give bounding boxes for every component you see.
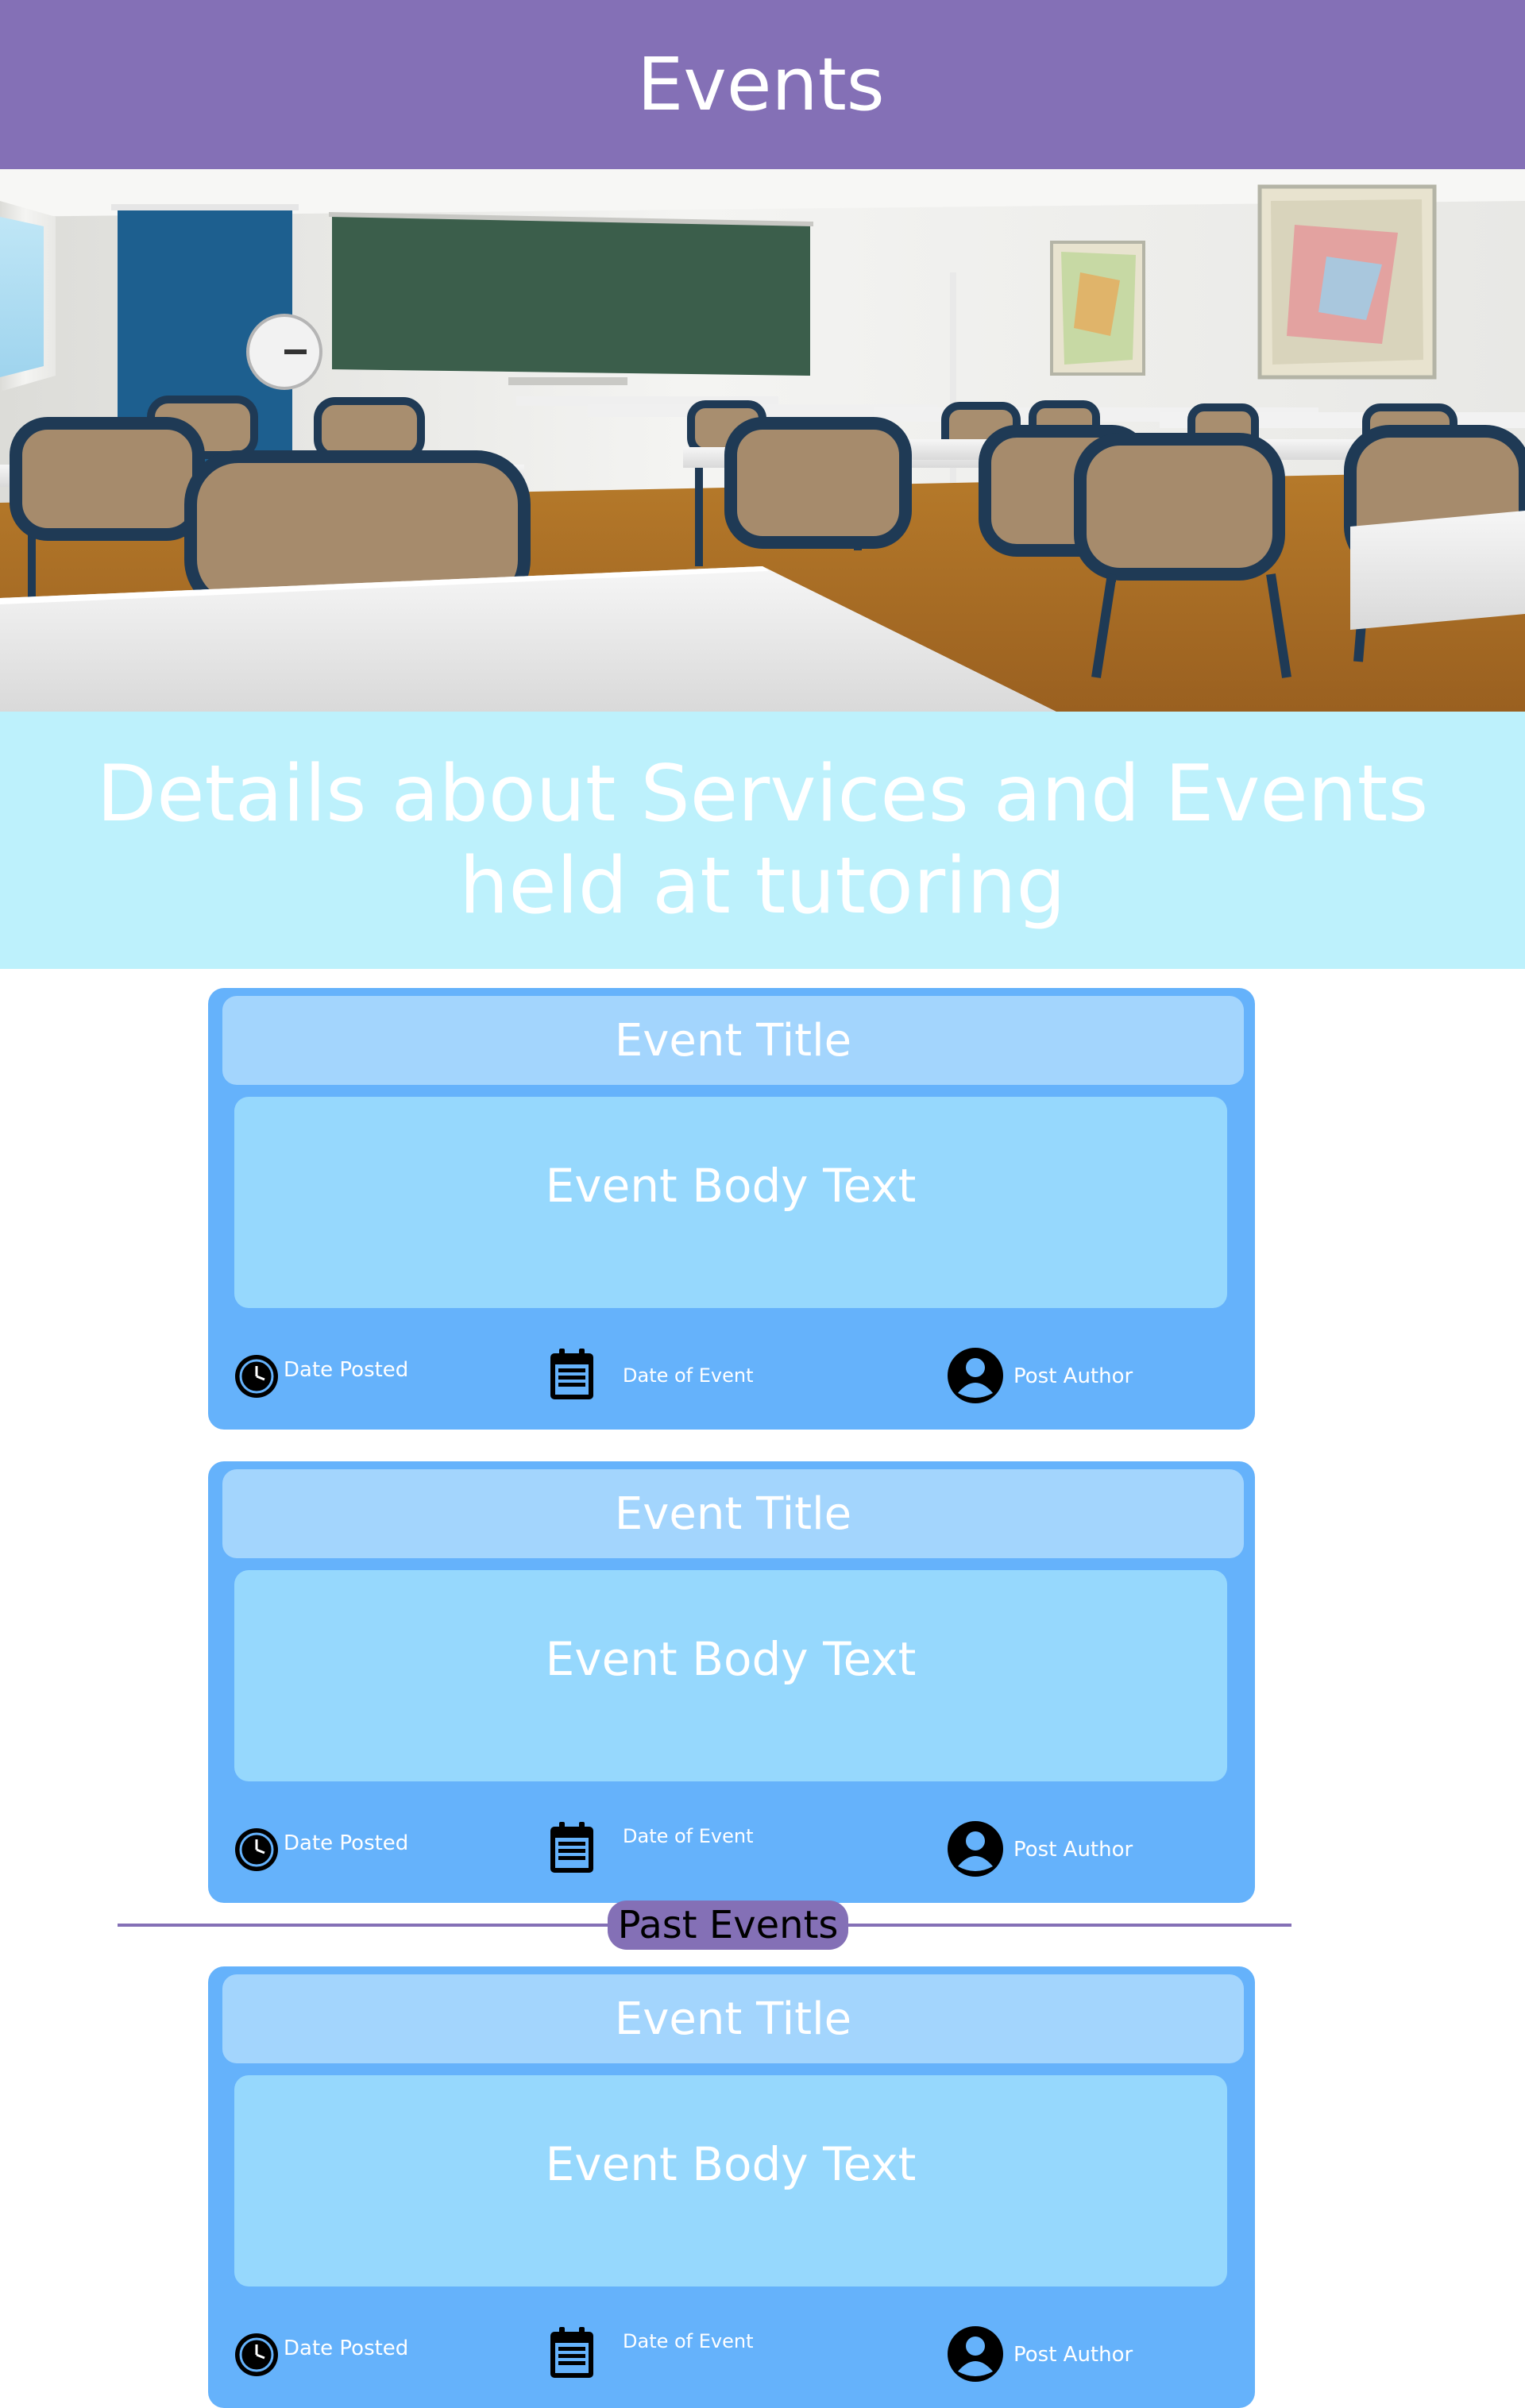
hero-image <box>0 169 1525 712</box>
clock-icon <box>235 1828 278 1871</box>
date-of-event-label: Date of Event <box>623 2330 754 2352</box>
date-posted-label: Date Posted <box>284 1358 409 1382</box>
event-body: Event Body Text <box>234 1570 1227 1781</box>
event-title: Event Title <box>222 1469 1244 1558</box>
date-posted-label: Date Posted <box>284 1831 409 1855</box>
clock-icon <box>235 2333 278 2376</box>
date-posted-label: Date Posted <box>284 2337 409 2360</box>
intro-text: Details about Services and Events held a… <box>96 749 1429 932</box>
user-avatar-icon <box>948 1348 1003 1403</box>
calendar-icon <box>550 1822 593 1873</box>
event-card[interactable]: Event Title Event Body Text Date Posted … <box>208 1966 1255 2408</box>
page-title: Events <box>637 42 885 127</box>
page-header: Events <box>0 0 1525 169</box>
clock-icon <box>235 1355 278 1398</box>
event-title: Event Title <box>222 1974 1244 2063</box>
calendar-icon <box>550 2327 593 2378</box>
event-body: Event Body Text <box>234 1097 1227 1308</box>
date-of-event-label: Date of Event <box>623 1364 754 1387</box>
user-avatar-icon <box>948 1821 1003 1877</box>
event-body: Event Body Text <box>234 2075 1227 2286</box>
calendar-icon <box>550 1349 593 1399</box>
past-events-heading: Past Events <box>608 1901 848 1950</box>
classroom-illustration <box>0 169 1525 712</box>
post-author-label: Post Author <box>1013 1838 1133 1862</box>
event-card[interactable]: Event Title Event Body Text Date Posted … <box>208 988 1255 1430</box>
event-title: Event Title <box>222 996 1244 1085</box>
intro-banner: Details about Services and Events held a… <box>0 712 1525 969</box>
post-author-label: Post Author <box>1013 2343 1133 2367</box>
event-card[interactable]: Event Title Event Body Text Date Posted … <box>208 1461 1255 1903</box>
user-avatar-icon <box>948 2326 1003 2382</box>
post-author-label: Post Author <box>1013 1364 1133 1388</box>
date-of-event-label: Date of Event <box>623 1825 754 1847</box>
